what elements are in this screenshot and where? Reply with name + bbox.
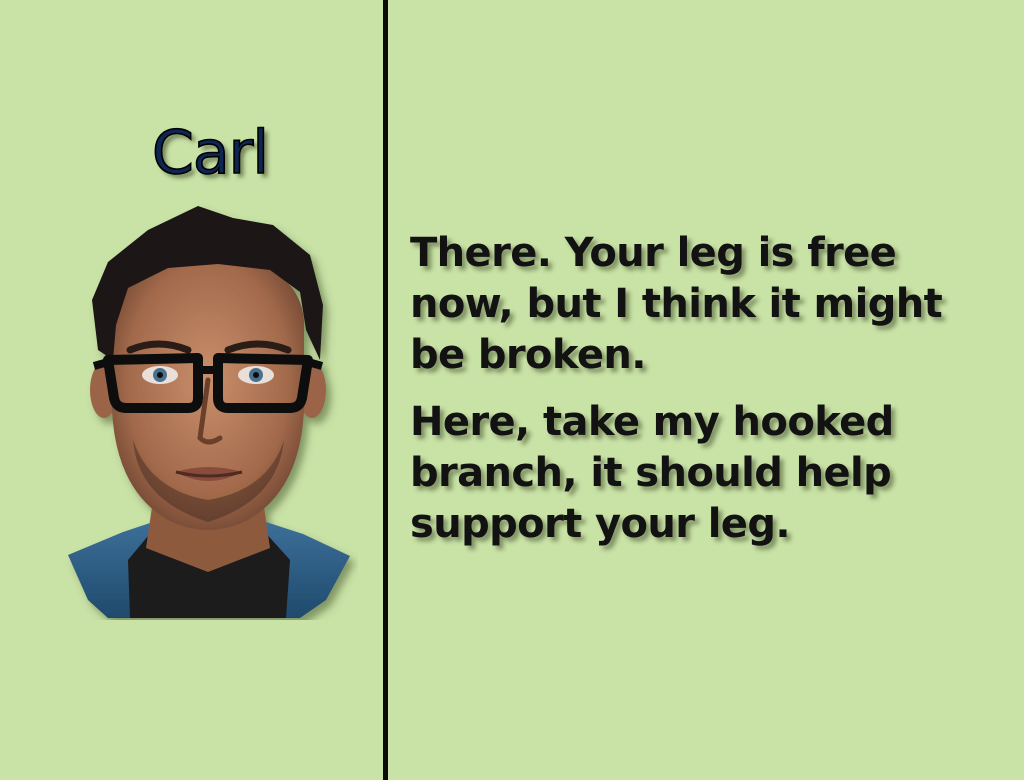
speaker-name: Carl xyxy=(151,117,270,189)
dialog-screen: Carl There. Your leg is free now, but I … xyxy=(0,0,1024,780)
dialog-text: There. Your leg is free now, but I think… xyxy=(410,228,1010,566)
speaker-panel: Carl xyxy=(0,0,383,780)
dialog-line-1: There. Your leg is free now, but I think… xyxy=(410,230,943,378)
dialog-line-2: Here, take my hooked branch, it should h… xyxy=(410,399,894,547)
carl-portrait-icon xyxy=(68,206,350,618)
